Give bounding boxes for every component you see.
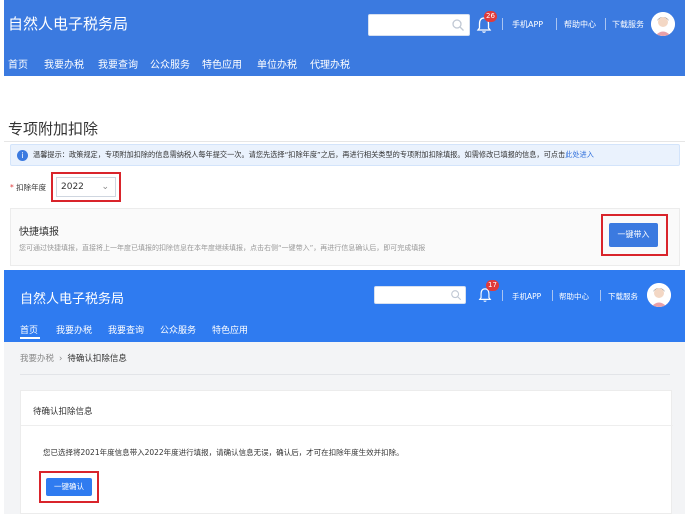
deduction-year-label-text: 扣除年度 (16, 183, 47, 192)
notice-link[interactable]: 此处进入 (565, 150, 594, 159)
search-input[interactable] (368, 14, 470, 36)
quick-fill-card: 快捷填报 您可通过快捷填报，直接将上一年度已填报的扣除信息在本年度继续填报，点击… (10, 208, 680, 266)
info-icon: i (17, 150, 28, 161)
deduction-year-label: * 扣除年度 (10, 182, 46, 193)
nav-featured-apps[interactable]: 特色应用 (212, 323, 248, 336)
main-content: 专项附加扣除 i 温馨提示：政策规定，专项附加扣除的信息需纳税人每年提交一次。请… (4, 76, 685, 268)
mobile-app-link[interactable]: 手机APP (512, 291, 541, 302)
mobile-app-link[interactable]: 手机APP (512, 19, 543, 30)
screenshot-panel-special-deduction: 自然人电子税务局 26 手机APP 帮助中心 下载服务 首页 我要办税 我要查询… (4, 0, 685, 268)
deduction-year-value: 2022 (61, 182, 84, 192)
header-divider (502, 290, 503, 301)
card-title: 待确认扣除信息 (33, 407, 93, 417)
confirmation-message: 您已选择将2021年度信息带入2022年度进行填报，请确认信息无误，确认后，才可… (43, 448, 404, 457)
nav-featured-apps[interactable]: 特色应用 (202, 56, 242, 71)
quick-fill-title: 快捷填报 (19, 227, 59, 238)
header-divider (552, 290, 553, 301)
nav-tax-handling[interactable]: 我要办税 (56, 323, 92, 336)
nav-query[interactable]: 我要查询 (98, 56, 138, 71)
nav-public-service[interactable]: 公众服务 (150, 56, 190, 71)
chevron-down-icon: ⌄ (101, 182, 109, 192)
screenshot-panel-pending-confirmation: 自然人电子税务局 17 手机APP 帮助中心 下载服务 首页 我要办税 我要查询… (4, 270, 685, 514)
header-divider (605, 18, 606, 30)
app-title: 自然人电子税务局 (20, 292, 125, 307)
search-icon[interactable] (450, 289, 462, 301)
highlight-box-confirm: 一键确认 (39, 471, 99, 503)
notification-badge: 17 (486, 280, 499, 291)
download-service-link[interactable]: 下载服务 (608, 291, 638, 302)
notice-message: 温馨提示：政策规定，专项附加扣除的信息需纳税人每年提交一次。请您先选择“扣除年度… (33, 150, 566, 159)
active-nav-indicator (20, 337, 40, 339)
notice-text: 温馨提示：政策规定，专项附加扣除的信息需纳税人每年提交一次。请您先选择“扣除年度… (33, 150, 594, 160)
help-center-link[interactable]: 帮助中心 (564, 19, 596, 30)
chevron-right-icon: › (59, 354, 63, 364)
nav-public-service[interactable]: 公众服务 (160, 323, 196, 336)
page-title: 专项附加扣除 (8, 120, 99, 138)
nav-unit-tax[interactable]: 单位办税 (257, 56, 297, 71)
nav-agent-tax[interactable]: 代理办税 (310, 56, 350, 71)
top-header: 自然人电子税务局 26 手机APP 帮助中心 下载服务 首页 我要办税 我要查询… (4, 0, 685, 76)
quick-fill-description: 您可通过快捷填报，直接将上一年度已填报的扣除信息在本年度继续填报，点击右侧“一键… (19, 244, 426, 252)
header-divider (556, 18, 557, 30)
avatar-icon[interactable] (647, 283, 671, 307)
divider (21, 425, 673, 426)
one-click-confirm-button[interactable]: 一键确认 (46, 478, 92, 496)
nav-query[interactable]: 我要查询 (108, 323, 144, 336)
nav-tax-handling[interactable]: 我要办税 (44, 56, 84, 71)
deduction-year-select[interactable]: 2022 ⌄ (56, 177, 116, 197)
notification-badge: 26 (484, 11, 497, 22)
avatar-icon[interactable] (651, 12, 675, 36)
search-icon[interactable] (451, 18, 465, 32)
required-mark: * (10, 183, 14, 192)
breadcrumb-current: 待确认扣除信息 (67, 354, 127, 364)
highlight-box-import: 一键带入 (601, 214, 668, 256)
pending-confirmation-card: 待确认扣除信息 您已选择将2021年度信息带入2022年度进行填报，请确认信息无… (20, 390, 673, 514)
breadcrumb: 我要办税 › 待确认扣除信息 (20, 352, 127, 364)
download-service-link[interactable]: 下载服务 (612, 19, 644, 30)
divider (20, 374, 670, 375)
header-divider (502, 18, 503, 30)
app-title: 自然人电子税务局 (8, 15, 129, 33)
one-click-import-button[interactable]: 一键带入 (609, 223, 658, 247)
main-nav: 首页 我要办税 我要查询 公众服务 特色应用 单位办税 代理办税 (4, 52, 685, 72)
search-input[interactable] (374, 286, 466, 304)
nav-home[interactable]: 首页 (20, 323, 38, 336)
nav-home[interactable]: 首页 (8, 56, 28, 71)
top-header: 自然人电子税务局 17 手机APP 帮助中心 下载服务 首页 我要办税 我要查询… (4, 270, 685, 342)
help-center-link[interactable]: 帮助中心 (559, 291, 589, 302)
divider (4, 141, 685, 142)
header-divider (600, 290, 601, 301)
breadcrumb-parent[interactable]: 我要办税 (20, 354, 54, 364)
highlight-box-year: 2022 ⌄ (51, 172, 121, 202)
notice-banner: i 温馨提示：政策规定，专项附加扣除的信息需纳税人每年提交一次。请您先选择“扣除… (10, 144, 680, 166)
